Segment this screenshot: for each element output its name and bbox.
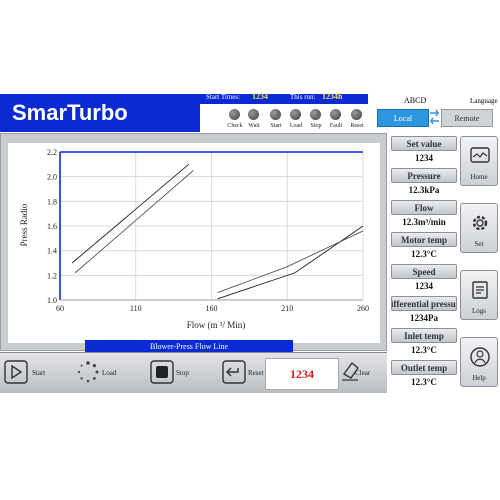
x-tick-label: 110 — [130, 304, 142, 313]
y-tick-label: 1.4 — [47, 247, 57, 256]
load-button[interactable]: Load — [76, 357, 128, 387]
y-tick-labels: 1.01.21.41.61.82.02.2 — [47, 148, 57, 305]
log-document-icon — [472, 281, 488, 299]
loading-spinner-icon — [77, 361, 99, 383]
help-button[interactable]: Help — [460, 337, 498, 387]
help-person-icon — [470, 347, 490, 367]
this-run-label: This run: — [290, 93, 316, 101]
flow-label: Flow — [391, 200, 457, 215]
x-tick-label: 60 — [56, 304, 64, 313]
wait-label: Wait — [248, 123, 260, 129]
clear-button-label: Clear — [355, 369, 371, 377]
stop-button[interactable]: Stop — [150, 357, 202, 387]
y-tick-label: 1.2 — [47, 271, 57, 280]
swap-arrows-icon[interactable] — [428, 108, 441, 126]
speed-label: Speed — [391, 264, 457, 279]
start-times-label: Start Times: — [206, 93, 241, 101]
set-value-label: Set value — [391, 136, 457, 151]
inlet-temp-value: 12.3°C — [411, 345, 437, 355]
set-label: Set — [474, 240, 484, 248]
x-tick-label: 210 — [281, 304, 293, 313]
monitor-icon — [470, 147, 490, 163]
outlet-temp-label: Outlet temp — [391, 360, 457, 375]
start-button-label: Start — [32, 369, 46, 377]
y-tick-label: 2.2 — [47, 148, 57, 157]
device-name: ABCD — [404, 96, 427, 105]
speed-value: 1234 — [415, 281, 433, 291]
play-icon — [4, 360, 28, 384]
reset-button-label: Reset — [248, 369, 264, 377]
local-mode-button[interactable]: Local — [377, 109, 429, 127]
chart-grid — [59, 151, 364, 301]
logs-label: Logs — [472, 307, 486, 315]
y-tick-label: 2.0 — [47, 173, 57, 182]
home-button[interactable]: Home — [460, 136, 498, 186]
this-run-value: 1234h — [322, 92, 343, 101]
y-axis-label: Press Radio — [19, 203, 29, 246]
reset-label: Reset — [350, 123, 364, 129]
help-label: Help — [472, 374, 486, 382]
series-line-4 — [217, 230, 364, 294]
home-label: Home — [470, 173, 488, 181]
start-times-value: 1234 — [252, 92, 268, 101]
logs-button[interactable]: Logs — [460, 270, 498, 320]
fault-indicator — [330, 109, 341, 120]
reset-indicator — [351, 109, 362, 120]
outlet-temp-value: 12.3°C — [411, 377, 437, 387]
start-button[interactable]: Start — [4, 357, 56, 387]
x-tick-label: 160 — [206, 304, 218, 313]
stop-icon — [150, 360, 174, 384]
clear-button[interactable]: Clear — [340, 357, 385, 387]
pressure-value: 12.3kPa — [408, 185, 440, 195]
x-tick-label: 260 — [357, 304, 369, 313]
flow-value: 12.3m³/min — [402, 217, 446, 227]
brand-title: SmarTurbo — [12, 100, 128, 125]
remote-mode-button[interactable]: Remote — [441, 109, 493, 127]
y-tick-label: 1.8 — [47, 197, 57, 206]
gear-icon — [472, 215, 488, 231]
motor-temp-label: Motor temp — [391, 232, 457, 247]
run-counter: 1234 — [265, 358, 339, 390]
flow-chart: 1.01.21.41.61.82.02.2 60 110 160 210 260 Pre… — [19, 148, 369, 330]
series-line-3 — [217, 225, 364, 300]
set-value-value: 1234 — [415, 153, 433, 163]
inlet-temp-label: Inlet temp — [391, 328, 457, 343]
start-indicator — [270, 109, 281, 120]
stop-button-label: Stop — [176, 369, 189, 377]
pressure-label: Pressure — [391, 168, 457, 183]
load-button-label: Load — [102, 369, 117, 377]
series-line-2 — [74, 170, 194, 274]
reset-arrow-icon — [222, 360, 246, 384]
language-button[interactable]: Language — [470, 97, 498, 105]
check-indicator — [229, 109, 240, 120]
reset-button[interactable]: Reset — [222, 357, 266, 387]
set-button[interactable]: Set — [460, 203, 498, 253]
y-tick-label: 1.6 — [47, 222, 57, 231]
series-line-1 — [71, 163, 190, 264]
run-info-strip: Start Times: 1234 This run: 1234h — [190, 92, 368, 104]
brand-banner: SmarTurbo — [0, 94, 200, 132]
motor-temp-value: 12.3°C — [411, 249, 437, 259]
load-indicator — [290, 109, 301, 120]
chart-series — [71, 163, 364, 300]
differential-pressure-value: 1234Pa — [410, 313, 438, 323]
wait-indicator — [248, 109, 259, 120]
differential-pressure-label: Differential pressure — [391, 296, 457, 311]
x-tick-labels: 60 110 160 210 260 — [56, 304, 369, 313]
x-axis-label: Flow (m ³/ Min) — [187, 320, 245, 330]
stop-indicator — [310, 109, 321, 120]
